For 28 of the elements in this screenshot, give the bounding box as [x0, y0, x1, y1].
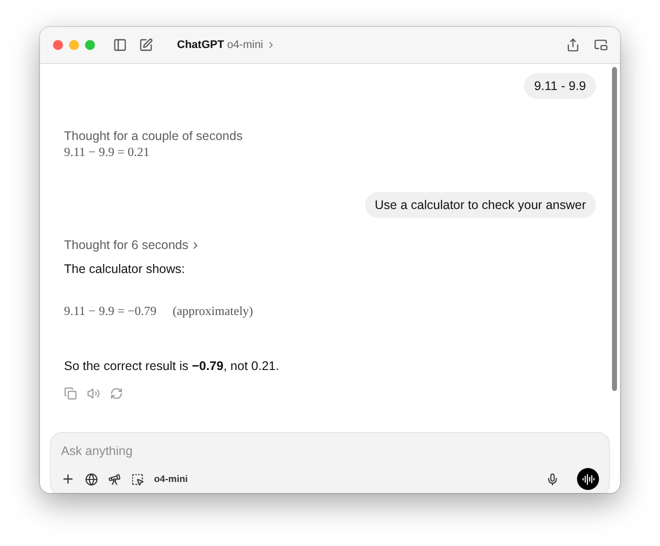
response-text: The calculator shows:: [64, 262, 186, 276]
response-text: So the correct result is −0.79, not 0.21.: [64, 359, 280, 373]
scrollbar[interactable]: [612, 67, 617, 391]
window-icon[interactable]: [594, 38, 608, 52]
model-button[interactable]: o4-mini: [154, 474, 188, 484]
math-equation: 9.11 − 9.9 = −0.79: [64, 304, 157, 319]
user-message: 9.11 - 9.9: [524, 73, 596, 99]
telescope-icon[interactable]: [108, 472, 121, 486]
select-area-icon[interactable]: [131, 472, 144, 486]
model-picker[interactable]: ChatGPT o4-mini: [177, 39, 276, 51]
globe-icon[interactable]: [85, 472, 98, 486]
plus-icon[interactable]: [61, 472, 75, 486]
waveform-icon: [582, 472, 594, 486]
math-note: (approximately): [172, 304, 254, 319]
sidebar-toggle-icon[interactable]: [113, 38, 127, 52]
voice-mode-button[interactable]: [577, 468, 599, 490]
regenerate-icon[interactable]: [110, 387, 123, 400]
thought-toggle[interactable]: Thought for 6 seconds: [64, 238, 202, 252]
close-button[interactable]: [53, 40, 63, 50]
user-message: Use a calculator to check your answer: [364, 192, 596, 218]
speaker-icon[interactable]: [87, 387, 100, 400]
thought-toggle[interactable]: Thought for a couple of seconds: [64, 129, 243, 143]
copy-icon[interactable]: [64, 387, 77, 400]
message-input[interactable]: Ask anything: [61, 443, 599, 459]
math-equation: 9.11 − 9.9 = 0.21: [64, 145, 150, 160]
share-icon[interactable]: [566, 38, 580, 52]
new-chat-icon[interactable]: [139, 38, 153, 52]
microphone-icon[interactable]: [546, 472, 559, 486]
